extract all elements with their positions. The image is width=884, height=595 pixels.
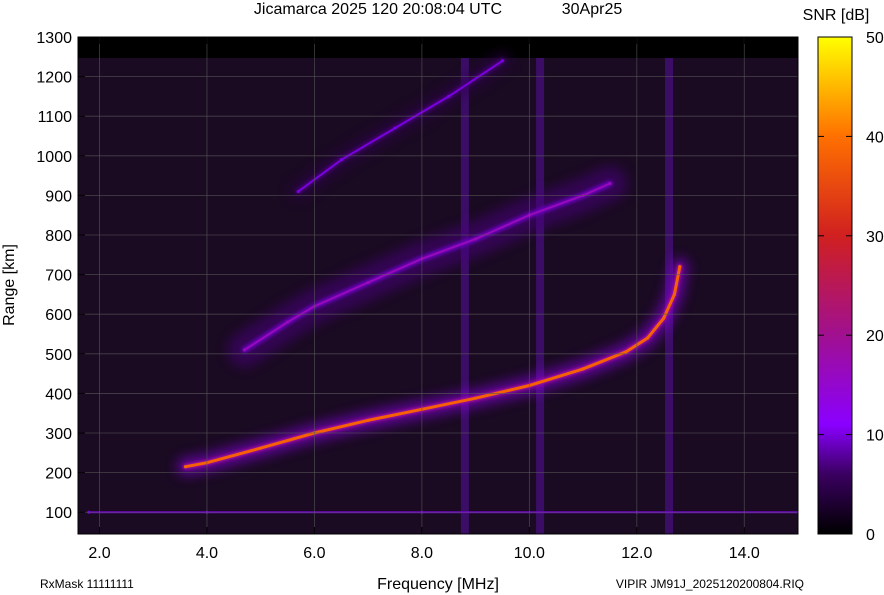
y-tick-label-8: 800 (45, 228, 72, 245)
colorbar-tick-label-2: 10 (866, 428, 884, 445)
trace-2-point-4 (366, 280, 370, 285)
y-tick-label-13: 1300 (36, 30, 72, 47)
trace-2-point-2 (285, 320, 290, 324)
trace-1-point-12 (662, 316, 666, 320)
x-tick-label-6: 12.0 (621, 545, 652, 562)
x-tick-label-7: 14.0 (729, 545, 760, 562)
trace-3-point-4 (447, 94, 451, 99)
trace-1-point-9 (581, 367, 585, 371)
trace-2-point-9 (608, 181, 612, 186)
y-axis-label: Range [km] (1, 244, 18, 326)
figure-title: Jicamarca 2025 120 20:08:04 UTC (254, 1, 502, 18)
x-tick-label-3: 6.0 (303, 545, 325, 562)
trace-2-point-1 (242, 348, 247, 352)
trace-1-point-7 (474, 396, 478, 400)
y-tick-label-10: 1000 (36, 149, 72, 166)
trace-1-point-11 (645, 336, 650, 340)
trace-3-point-2 (339, 158, 343, 162)
trace-1-point-3 (259, 446, 263, 450)
colorbar-label: SNR [dB] (803, 7, 870, 24)
trace-3-point-1 (296, 189, 300, 194)
interference-band-2 (536, 58, 545, 534)
trace-3-point-3 (393, 126, 397, 130)
y-tick-label-2: 200 (45, 466, 72, 483)
x-tick-label-4: 8.0 (411, 545, 433, 562)
y-tick-label-9: 900 (45, 188, 72, 205)
y-tick-label-3: 300 (45, 426, 72, 443)
trace-3-point-5 (500, 59, 505, 63)
colorbar-tick-label-4: 30 (866, 229, 884, 246)
trace-1-point-13 (672, 292, 677, 297)
trace-2-point-6 (474, 237, 478, 241)
y-tick-label-11: 1100 (38, 109, 73, 126)
y-tick-label-7: 700 (45, 268, 72, 285)
colorbar-tick-label-3: 20 (866, 328, 884, 345)
ionogram-figure: Jicamarca 2025 120 20:08:04 UTC 30Apr25 … (1, 1, 884, 593)
colorbar (817, 36, 853, 535)
trace-1-point-10 (624, 350, 628, 354)
colorbar-tick-label-6: 50 (866, 30, 884, 47)
trace-1-point-14 (678, 265, 682, 269)
y-tick-label-4: 400 (45, 386, 72, 403)
x-tick-label-2: 4.0 (196, 545, 218, 562)
trace-1-point-1 (183, 465, 188, 469)
figure-date: 30Apr25 (562, 1, 623, 18)
colorbar-tick-label-5: 40 (866, 129, 884, 146)
y-tick-label-5: 500 (45, 347, 72, 364)
y-tick-label-12: 1200 (36, 70, 72, 87)
colorbar-tick-label-1: 0 (866, 527, 875, 544)
x-axis-label: Frequency [MHz] (377, 576, 499, 593)
y-tick-label-1: 100 (45, 505, 72, 522)
x-tick-label-1: 2.0 (88, 545, 110, 562)
x-tick-label-5: 10.0 (514, 545, 545, 562)
y-tick-label-6: 600 (45, 307, 72, 324)
rxmask-label: RxMask 11111111 (40, 577, 134, 591)
source-file-label: VIPIR JM91J_2025120200804.RIQ (616, 577, 804, 591)
interference-band-1 (460, 58, 469, 534)
trace-1-point-5 (366, 418, 370, 422)
